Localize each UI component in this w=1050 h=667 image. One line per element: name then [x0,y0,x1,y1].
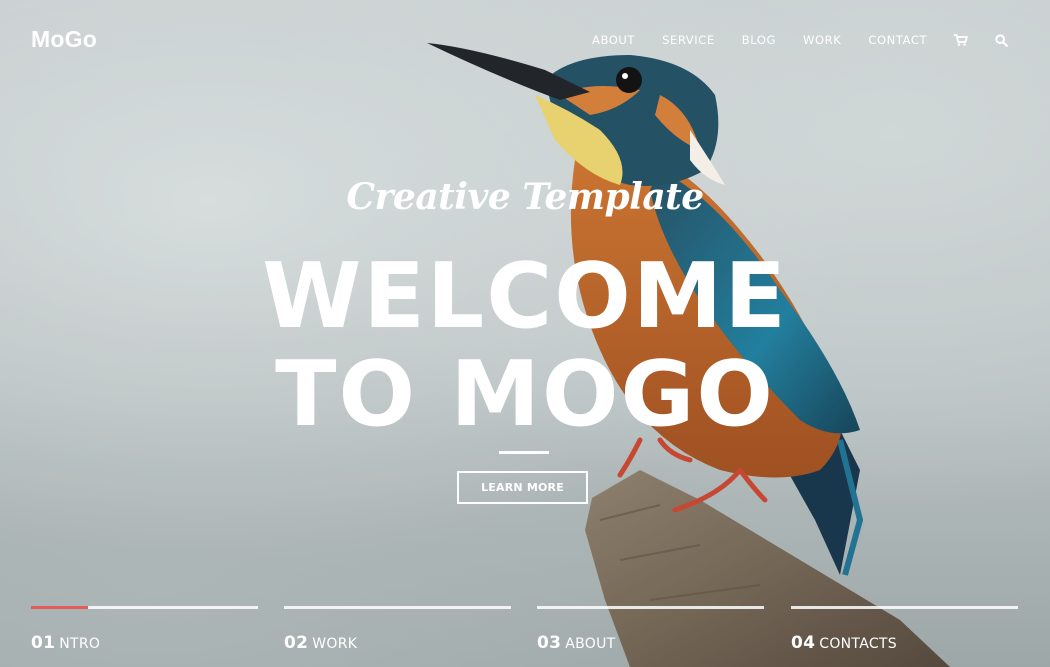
slide-label: WORK [312,636,358,652]
slide-progress-bar [791,606,1018,609]
hero-divider [499,451,549,454]
nav-item-work[interactable]: WORK [803,33,841,47]
slide-label: NTRO [59,636,101,652]
slide-number: 01 [31,633,56,653]
hero-title-line1: WELCOME [262,244,788,349]
nav-item-blog[interactable]: BLOG [742,33,776,47]
hero-tagline: Creative Template [346,176,704,218]
slide-progress-bar [31,606,258,609]
cart-icon[interactable] [954,34,969,46]
slide-progress-bar [537,606,764,609]
slide-progress-bar [284,606,511,609]
slide-label: ABOUT [565,636,616,652]
slide-label: CONTACTS [819,636,897,652]
nav-item-service[interactable]: SERVICE [662,33,715,47]
slide-tab-work[interactable]: 02 WORK [284,606,511,653]
search-icon[interactable] [995,33,1009,47]
nav-item-contact[interactable]: CONTACT [868,33,927,47]
slide-progress-fill [31,606,88,609]
main-nav: ABOUT SERVICE BLOG WORK CONTACT [592,33,1035,47]
slide-number: 04 [791,633,816,653]
slide-tab-intro[interactable]: 01 NTRO [31,606,258,653]
hero-title: WELCOME TO MOGO [0,248,1050,444]
slide-number: 03 [537,633,562,653]
slide-tab-about[interactable]: 03 ABOUT [537,606,764,653]
nav-item-about[interactable]: ABOUT [592,33,635,47]
slide-number: 02 [284,633,309,653]
hero-title-line2: TO MOGO [275,342,775,447]
learn-more-button[interactable]: LEARN MORE [457,471,588,504]
slide-tab-contacts[interactable]: 04 CONTACTS [791,606,1018,653]
brand-logo[interactable]: MoGo [31,26,97,53]
